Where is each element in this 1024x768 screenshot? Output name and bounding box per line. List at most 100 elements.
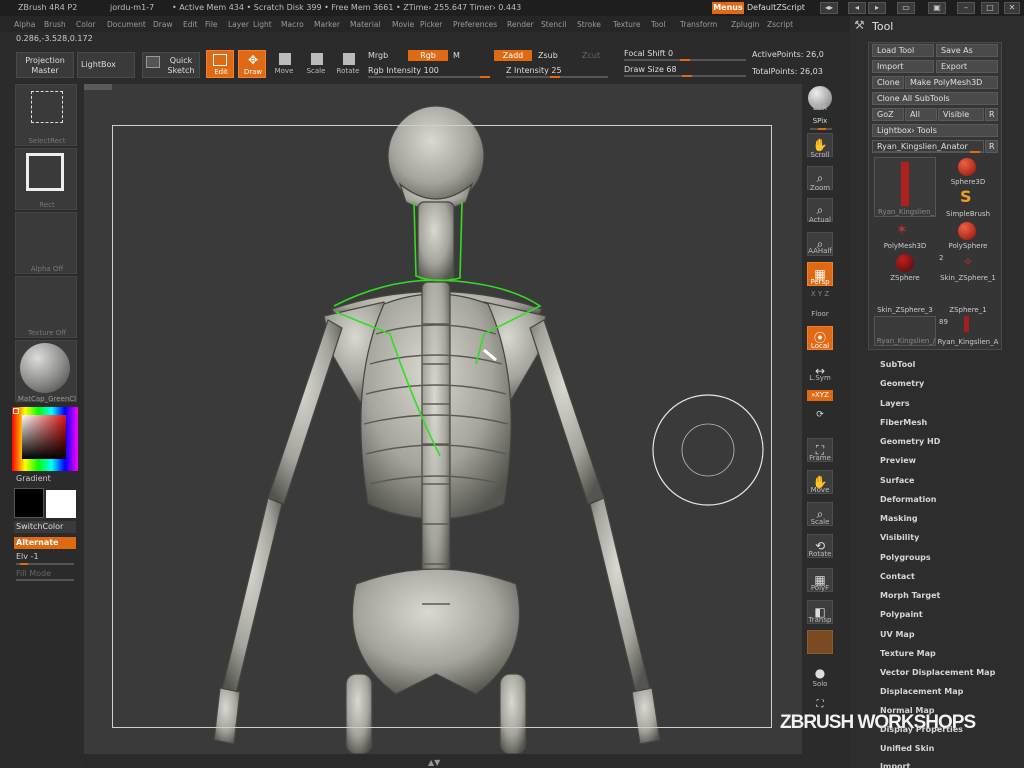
- subpalette-geometry-hd[interactable]: Geometry HD: [880, 437, 940, 446]
- menu-transform[interactable]: Transform: [680, 20, 717, 29]
- nav-right-icon[interactable]: ▸: [868, 2, 886, 14]
- menu-render[interactable]: Render: [507, 20, 534, 29]
- subpalette-contact[interactable]: Contact: [880, 572, 915, 581]
- spix-slider[interactable]: [810, 128, 832, 130]
- subpalette-unified-skin[interactable]: Unified Skin: [880, 744, 934, 753]
- subpalette-display-properties[interactable]: Display Properties: [880, 725, 963, 734]
- subpalette-deformation[interactable]: Deformation: [880, 495, 936, 504]
- lock-icon[interactable]: ▣: [928, 2, 946, 14]
- alpha-slot[interactable]: Alpha Off: [15, 212, 77, 274]
- polymesh3d-icon[interactable]: ✶: [896, 222, 908, 238]
- close-icon[interactable]: ✕: [1004, 2, 1020, 14]
- menu-picker[interactable]: Picker: [420, 20, 442, 29]
- ryan-thumb-icon[interactable]: [964, 316, 969, 332]
- menu-zscript[interactable]: Zscript: [767, 20, 793, 29]
- draw-button[interactable]: ✥ Draw: [238, 50, 266, 78]
- subpalette-displacement-map[interactable]: Displacement Map: [880, 687, 963, 696]
- menus-button[interactable]: Menus: [712, 2, 744, 14]
- material-slot[interactable]: MatCap_GreenCl: [15, 340, 77, 403]
- menu-alpha[interactable]: Alpha: [14, 20, 35, 29]
- zadd-button[interactable]: Zadd: [494, 50, 532, 61]
- make-polymesh-button[interactable]: Make PolyMesh3D: [905, 76, 998, 89]
- zcut-button[interactable]: Zcut: [582, 51, 600, 60]
- menu-texture[interactable]: Texture: [613, 20, 640, 29]
- elv-slider[interactable]: [16, 563, 74, 565]
- z-intensity-slider[interactable]: [506, 76, 608, 78]
- menu-color[interactable]: Color: [76, 20, 96, 29]
- ghost-icon[interactable]: [807, 630, 833, 654]
- menu-file[interactable]: File: [205, 20, 218, 29]
- secondary-color-swatch[interactable]: [46, 490, 76, 518]
- polysphere-icon[interactable]: [958, 222, 976, 240]
- gradient-label[interactable]: Gradient: [16, 474, 51, 483]
- subpalette-morph-target[interactable]: Morph Target: [880, 591, 940, 600]
- lightbox-button[interactable]: LightBox: [77, 52, 135, 78]
- load-tool-button[interactable]: Load Tool: [872, 44, 934, 57]
- window-icon[interactable]: ▭: [897, 2, 915, 14]
- primary-color-swatch[interactable]: [14, 488, 44, 518]
- scale-button[interactable]: Scale: [302, 50, 330, 78]
- menu-movie[interactable]: Movie: [392, 20, 414, 29]
- subpalette-visibility[interactable]: Visibility: [880, 533, 919, 542]
- alternate-button[interactable]: Alternate: [14, 537, 76, 549]
- subpalette-fibermesh[interactable]: FiberMesh: [880, 418, 927, 427]
- tool-r-button[interactable]: R: [985, 140, 998, 153]
- subpalette-masking[interactable]: Masking: [880, 514, 918, 523]
- menu-document[interactable]: Document: [107, 20, 146, 29]
- fill-mode-slider[interactable]: [16, 579, 74, 581]
- subpalette-import[interactable]: Import: [880, 762, 910, 768]
- tool-thumb-current[interactable]: Ryan_Kingslien_: [874, 157, 936, 217]
- subpalette-surface[interactable]: Surface: [880, 476, 914, 485]
- subpalette-geometry[interactable]: Geometry: [880, 379, 924, 388]
- export-button[interactable]: Export: [936, 60, 998, 73]
- draw-size-slider[interactable]: [624, 75, 746, 77]
- menu-marker[interactable]: Marker: [314, 20, 340, 29]
- mrgb-button[interactable]: Mrgb: [368, 51, 388, 60]
- minimize-icon[interactable]: –: [957, 2, 975, 14]
- xyz-symmetry-button[interactable]: »XYZ: [807, 390, 833, 401]
- floor-label[interactable]: Floor: [804, 310, 836, 318]
- edit-button[interactable]: Edit: [206, 50, 234, 78]
- color-picker[interactable]: [12, 407, 78, 471]
- tool-thumb-ryan-2[interactable]: Ryan_Kingslien_/: [874, 316, 936, 346]
- clone-button[interactable]: Clone: [872, 76, 904, 89]
- subpalette-normal-map[interactable]: Normal Map: [880, 706, 934, 715]
- subpalette-vector-displacement-map[interactable]: Vector Displacement Map: [880, 668, 995, 677]
- zsub-button[interactable]: Zsub: [538, 51, 558, 60]
- move-button[interactable]: Move: [270, 50, 298, 78]
- subpalette-preview[interactable]: Preview: [880, 456, 916, 465]
- save-as-button[interactable]: Save As: [936, 44, 998, 57]
- menu-macro[interactable]: Macro: [281, 20, 304, 29]
- menu-edit[interactable]: Edit: [183, 20, 198, 29]
- projection-master-button[interactable]: Projection Master: [16, 52, 74, 78]
- zsphere-icon[interactable]: [896, 254, 914, 272]
- rgb-intensity-slider[interactable]: [368, 76, 490, 78]
- import-button[interactable]: Import: [872, 60, 934, 73]
- texture-slot[interactable]: Texture Off: [15, 276, 77, 338]
- spix-label[interactable]: SPix: [804, 117, 836, 125]
- menu-light[interactable]: Light: [253, 20, 272, 29]
- menu-brush[interactable]: Brush: [44, 20, 66, 29]
- switch-color-button[interactable]: SwitchColor: [14, 521, 76, 533]
- symmetry-axis-icon[interactable]: ⟳: [807, 404, 833, 428]
- subpalette-polypaint[interactable]: Polypaint: [880, 610, 923, 619]
- simplebrush-icon[interactable]: S: [960, 187, 972, 206]
- rgb-button[interactable]: Rgb: [408, 50, 448, 61]
- lightbox-tools-button[interactable]: Lightbox› Tools: [872, 124, 998, 137]
- tool-palette-title[interactable]: Tool: [872, 20, 893, 33]
- subpalette-uv-map[interactable]: UV Map: [880, 630, 915, 639]
- tool-slider[interactable]: [874, 151, 982, 153]
- goz-button[interactable]: GoZ: [872, 108, 904, 121]
- rotate-button[interactable]: Rotate: [334, 50, 362, 78]
- m-button[interactable]: M: [453, 51, 460, 60]
- menu-stencil[interactable]: Stencil: [541, 20, 566, 29]
- skin-zsphere3-label[interactable]: Skin_ZSphere_3: [874, 306, 936, 314]
- default-zscript-button[interactable]: DefaultZScript: [747, 2, 817, 14]
- menu-preferences[interactable]: Preferences: [453, 20, 497, 29]
- focal-shift-slider[interactable]: [624, 59, 746, 61]
- goz-r-button[interactable]: R: [985, 108, 998, 121]
- subpalette-polygroups[interactable]: Polygroups: [880, 553, 931, 562]
- goz-visible-button[interactable]: Visible: [938, 108, 984, 121]
- goz-all-button[interactable]: All: [905, 108, 937, 121]
- menu-zplugin[interactable]: Zplugin: [731, 20, 759, 29]
